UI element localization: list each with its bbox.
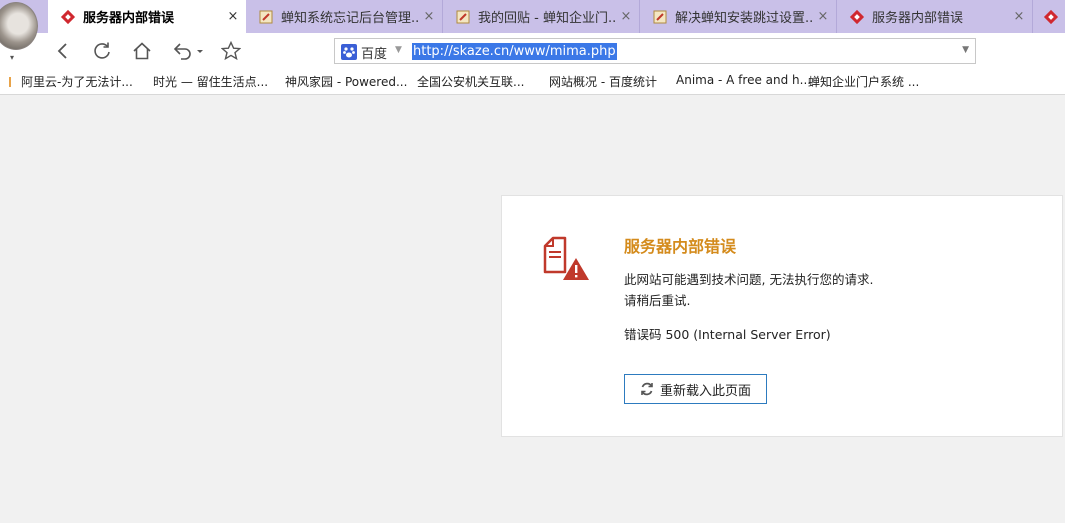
url-history-dropdown-icon[interactable]: ▼ [962, 45, 969, 55]
bookmark-item[interactable]: 蝉知企业门户系统 ... [808, 73, 919, 90]
page-edit-favicon-icon [259, 10, 273, 23]
back-arrow-icon [57, 43, 67, 59]
bookmark-folder-edge [9, 77, 11, 87]
tab-close-icon[interactable]: × [420, 9, 438, 24]
bookmark-item[interactable]: 神风家园 - Powered... [285, 73, 407, 90]
error-favicon-icon [60, 9, 76, 24]
reload-icon [641, 382, 653, 396]
bookmark-item[interactable]: 网站概况 - 百度统计 [549, 73, 657, 90]
home-icon [133, 42, 151, 60]
error-card: 服务器内部错误 此网站可能遇到技术问题, 无法执行您的请求. 请稍后重试. 错误… [501, 195, 1063, 437]
tab-title: 服务器内部错误 [83, 11, 175, 26]
bookmarks-bar: 阿里云-为了无法计... 时光 — 留住生活点... 神风家园 - Powere… [0, 69, 1065, 95]
tab-title: 蝉知系统忘记后台管理... [281, 11, 420, 26]
tab-2[interactable]: 蝉知系统忘记后台管理... × [246, 0, 443, 33]
avatar-image[interactable] [0, 2, 38, 50]
tab-title: 解决蝉知安装跳过设置... [675, 11, 814, 26]
bookmark-item[interactable]: 时光 — 留住生活点... [153, 73, 268, 90]
tab-3[interactable]: 我的回贴 - 蝉知企业门... × [443, 0, 640, 33]
star-icon [221, 41, 241, 61]
reload-button-label: 重新载入此页面 [659, 383, 751, 399]
tab-5[interactable]: 服务器内部错误 × [837, 0, 1033, 33]
undo-icon [173, 43, 203, 60]
error-code: 错误码 500 (Internal Server Error) [624, 327, 831, 342]
error-favicon-icon [849, 9, 865, 24]
server-error-icon [543, 236, 589, 280]
user-avatar[interactable]: ▾ [0, 0, 48, 62]
tab-bar: ▾ 服务器内部错误 × 蝉知系统忘记后台管理... × 我的回贴 - 蝉知企业门… [0, 0, 1065, 62]
page-edit-favicon-icon [456, 10, 470, 23]
error-title: 服务器内部错误 [624, 237, 737, 256]
bookmark-item[interactable]: 全国公安机关互联... [417, 73, 524, 90]
undo-close-tab-button[interactable] [170, 39, 206, 63]
tab-title: 服务器内部错误 [872, 11, 964, 26]
tab-close-icon[interactable]: × [617, 9, 635, 24]
error-description: 此网站可能遇到技术问题, 无法执行您的请求. [624, 272, 874, 287]
navigation-toolbar: 百度 ▼ http://skaze.cn/www/mima.php ▼ [0, 33, 1065, 69]
tab-close-icon[interactable]: × [1010, 9, 1028, 24]
refresh-button[interactable] [89, 39, 115, 63]
tab-overflow[interactable] [1033, 0, 1065, 33]
bookmark-item[interactable]: 阿里云-为了无法计... [21, 73, 133, 90]
avatar-menu-caret-icon[interactable]: ▾ [10, 53, 14, 62]
page-content: 服务器内部错误 此网站可能遇到技术问题, 无法执行您的请求. 请稍后重试. 错误… [0, 96, 1065, 523]
bookmark-item[interactable]: Anima - A free and h... [676, 73, 811, 87]
tab-active[interactable]: 服务器内部错误 × [48, 0, 246, 33]
tab-close-icon[interactable]: × [224, 9, 242, 24]
tab-title: 我的回贴 - 蝉知企业门... [478, 11, 617, 26]
search-engine-label[interactable]: 百度 [361, 43, 387, 62]
baidu-paw-icon[interactable] [341, 44, 357, 60]
engine-dropdown-icon[interactable]: ▼ [395, 45, 402, 55]
tab-close-icon[interactable]: × [814, 9, 832, 24]
page-edit-favicon-icon [653, 10, 667, 23]
favorite-button[interactable] [218, 39, 244, 63]
url-input[interactable]: http://skaze.cn/www/mima.php [412, 43, 617, 60]
home-button[interactable] [129, 39, 155, 63]
error-retry-hint: 请稍后重试. [624, 293, 691, 308]
tab-4[interactable]: 解决蝉知安装跳过设置... × [640, 0, 837, 33]
refresh-icon [94, 42, 110, 59]
back-button[interactable] [50, 39, 76, 63]
reload-page-button[interactable]: 重新载入此页面 [624, 374, 767, 404]
address-bar[interactable]: 百度 ▼ http://skaze.cn/www/mima.php ▼ [334, 38, 976, 64]
error-favicon-icon [1043, 9, 1059, 24]
